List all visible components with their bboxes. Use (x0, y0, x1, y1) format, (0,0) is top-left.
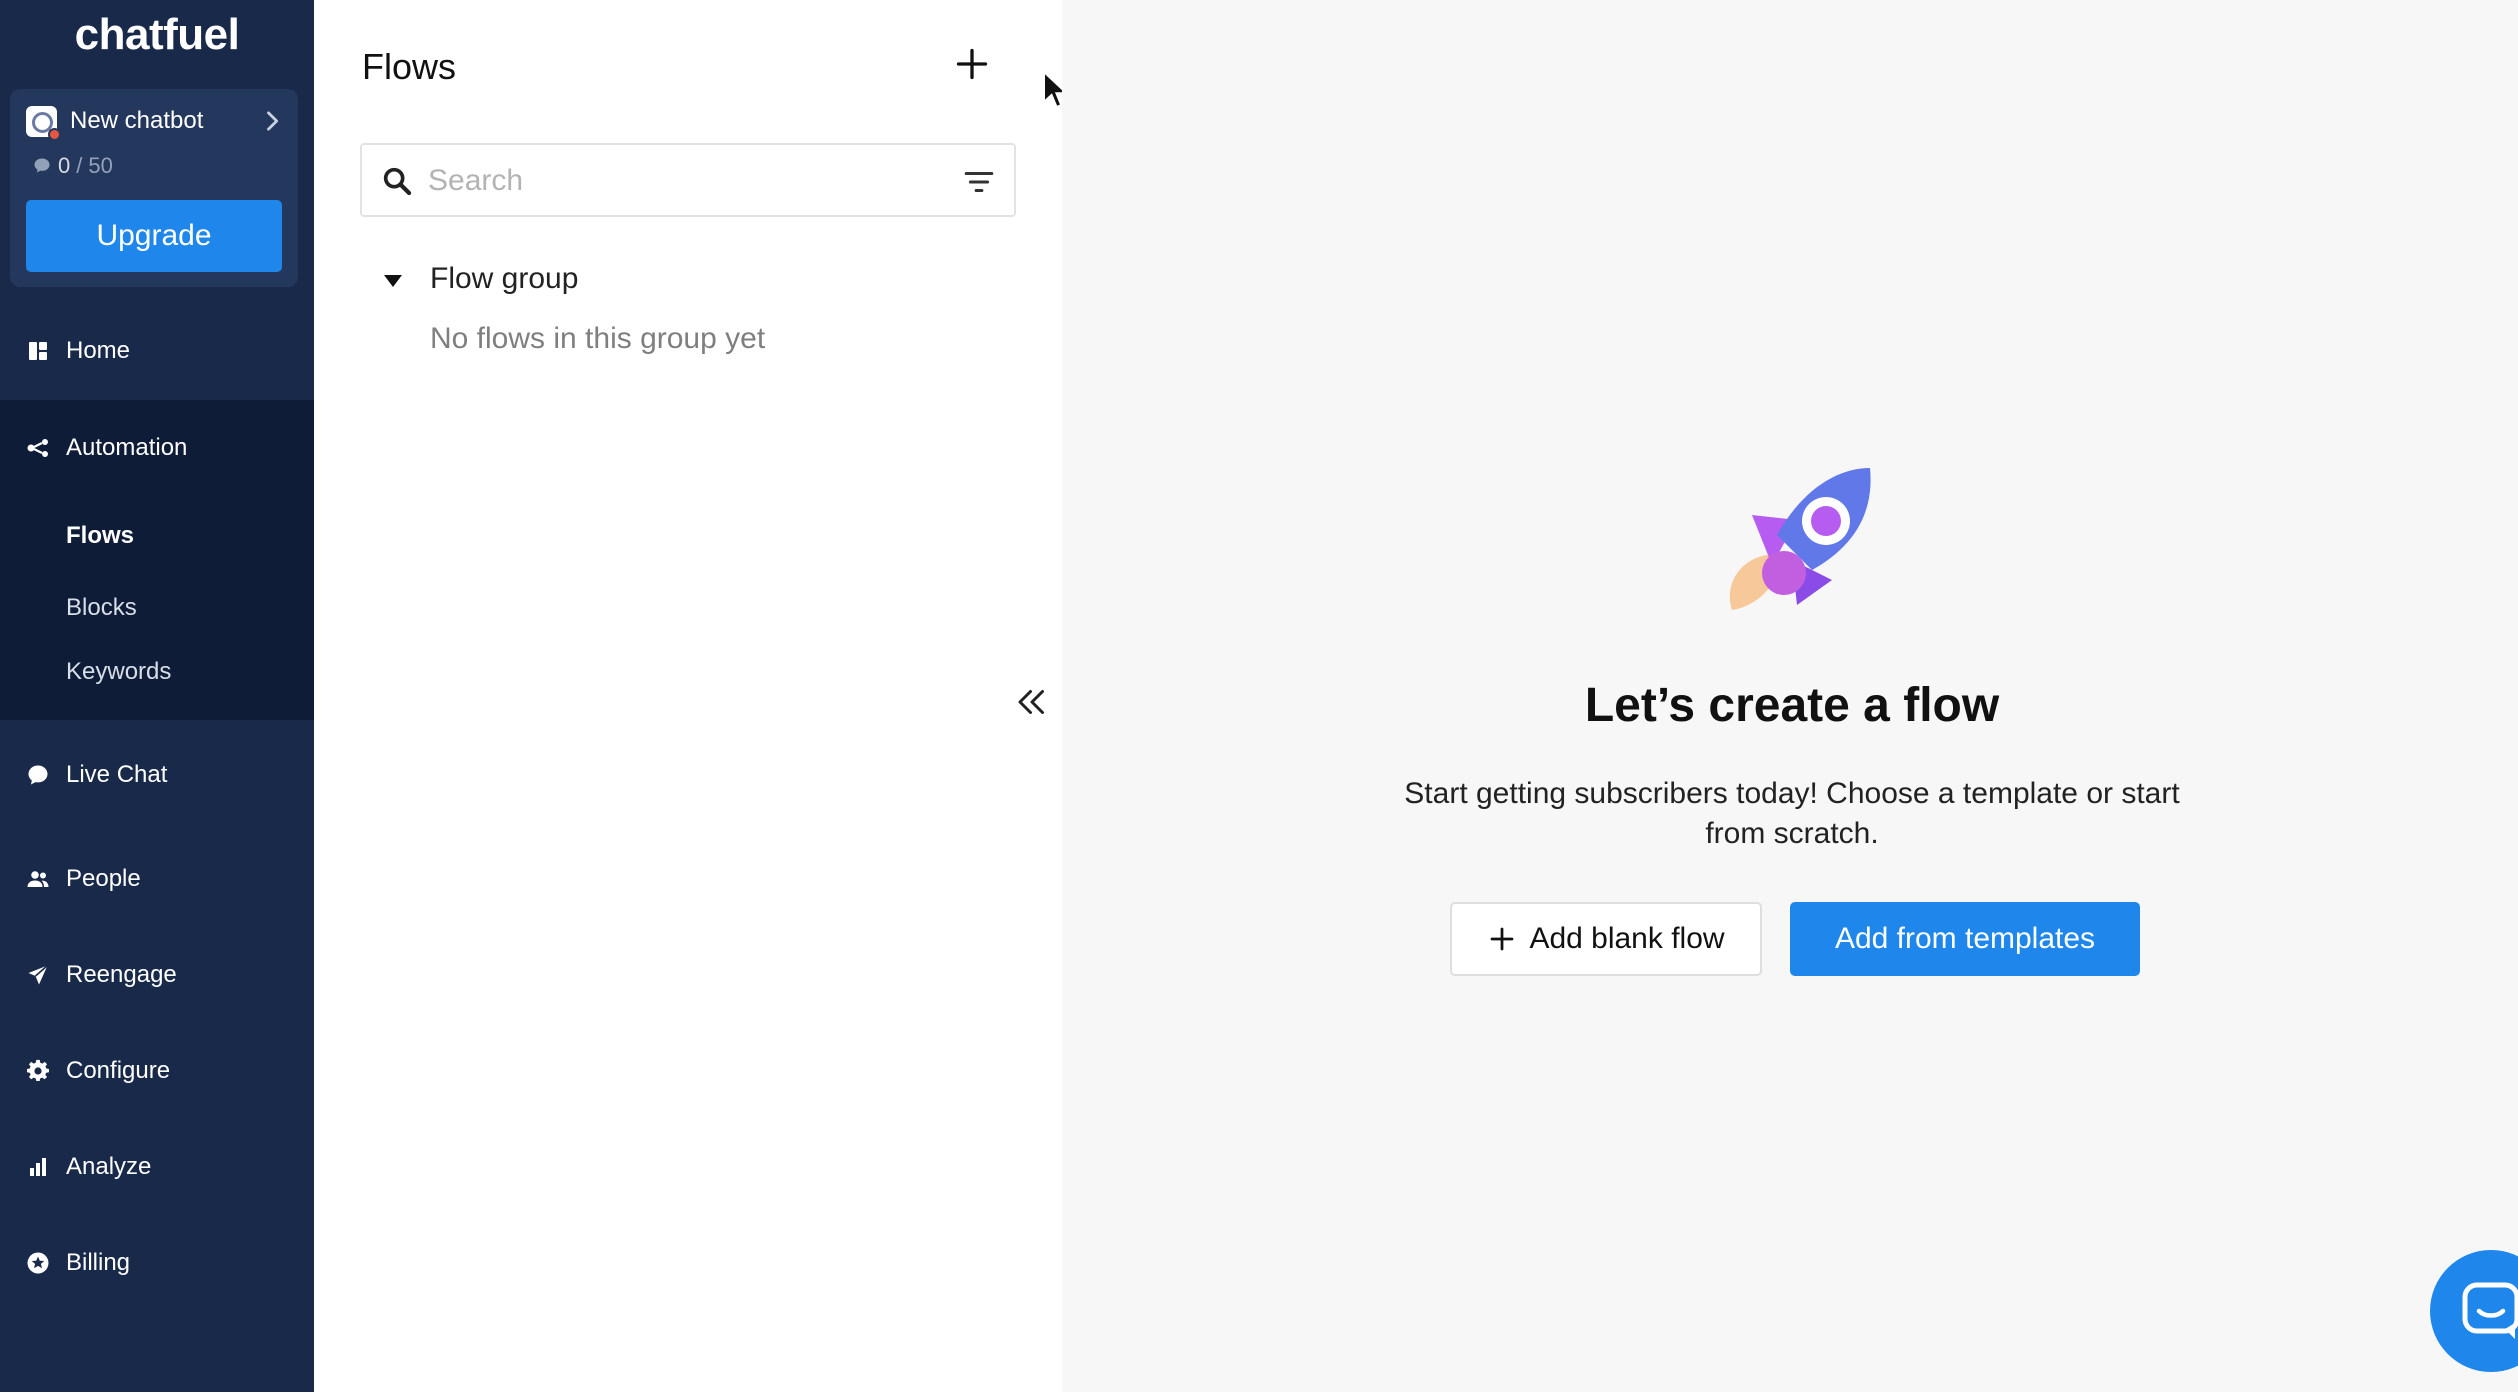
filter-icon[interactable] (962, 165, 996, 199)
nav-item-configure[interactable]: Configure (0, 1043, 314, 1099)
nav-label: Reengage (66, 961, 177, 988)
flow-group-name[interactable]: Flow group (430, 262, 578, 296)
flow-group-empty-text: No flows in this group yet (430, 322, 766, 355)
star-badge-icon (27, 1252, 49, 1274)
gear-icon (27, 1059, 49, 1082)
usage-current: 0 (58, 153, 71, 178)
add-blank-flow-label: Add blank flow (1529, 922, 1725, 955)
support-chat-button[interactable] (2430, 1250, 2518, 1372)
add-flow-plus-icon[interactable] (954, 46, 990, 82)
empty-state-description: Start getting subscribers today! Choose … (1404, 777, 2180, 850)
chat-bubble-icon (34, 158, 50, 173)
automation-icon (27, 439, 48, 457)
bot-avatar[interactable] (26, 106, 61, 141)
search-box[interactable] (360, 143, 1016, 217)
send-icon (28, 964, 49, 985)
nav-item-automation[interactable]: Automation (0, 420, 314, 476)
chat-icon (28, 765, 48, 785)
search-input[interactable] (428, 159, 928, 203)
flows-title: Flows (362, 46, 457, 87)
caret-down-icon[interactable] (382, 272, 404, 290)
usage-counter: 0 / 50 (32, 153, 113, 179)
nav-label: Automation (66, 434, 188, 461)
bot-name[interactable]: New chatbot (70, 107, 203, 135)
nav-label: Home (66, 337, 131, 364)
sidebar: chatfuel New chatbot 0 / 50 Upgrade Home… (0, 0, 314, 1392)
nav-item-billing[interactable]: Billing (0, 1235, 314, 1291)
nav-label: Live Chat (66, 761, 168, 788)
upgrade-button[interactable]: Upgrade (26, 200, 282, 272)
nav-item-people[interactable]: People (0, 851, 314, 907)
chatfuel-logo[interactable]: chatfuel (0, 10, 314, 60)
dashboard-icon (29, 342, 47, 360)
nav-label: People (66, 865, 141, 892)
bot-card: New chatbot 0 / 50 Upgrade (10, 89, 298, 287)
nav-label: Configure (66, 1057, 171, 1084)
sub-item-keywords[interactable]: Keywords (66, 658, 171, 686)
add-from-templates-button[interactable]: Add from templates (1790, 902, 2140, 976)
usage-separator: / (76, 153, 83, 178)
sub-item-blocks[interactable]: Blocks (66, 594, 137, 622)
nav-item-analyze[interactable]: Analyze (0, 1139, 314, 1195)
empty-state-title: Let’s create a flow (1584, 679, 2000, 732)
messenger-icon (2462, 1282, 2518, 1339)
nav-label: Analyze (66, 1153, 152, 1180)
plus-icon (1491, 927, 1514, 951)
nav-label: Billing (66, 1249, 131, 1276)
search-icon (383, 167, 412, 196)
usage-limit: 50 (88, 153, 113, 178)
nav-item-reengage[interactable]: Reengage (0, 947, 314, 1003)
nav-item-home[interactable]: Home (0, 323, 314, 379)
bar-chart-icon (30, 1158, 46, 1176)
add-blank-flow-button[interactable]: Add blank flow (1450, 902, 1762, 976)
sub-item-flows[interactable]: Flows (66, 522, 134, 550)
nav-item-live-chat[interactable]: Live Chat (0, 747, 314, 803)
main-content: Let’s create a flow Start getting subscr… (1062, 0, 2518, 1392)
people-icon (27, 871, 49, 887)
rocket-icon (1729, 468, 1871, 610)
chevron-right-icon[interactable] (258, 107, 286, 135)
flows-panel: Flows Flow group No flows in this group … (314, 0, 1062, 1392)
collapse-double-chevron-icon[interactable] (1014, 684, 1050, 720)
status-dot (48, 128, 61, 141)
